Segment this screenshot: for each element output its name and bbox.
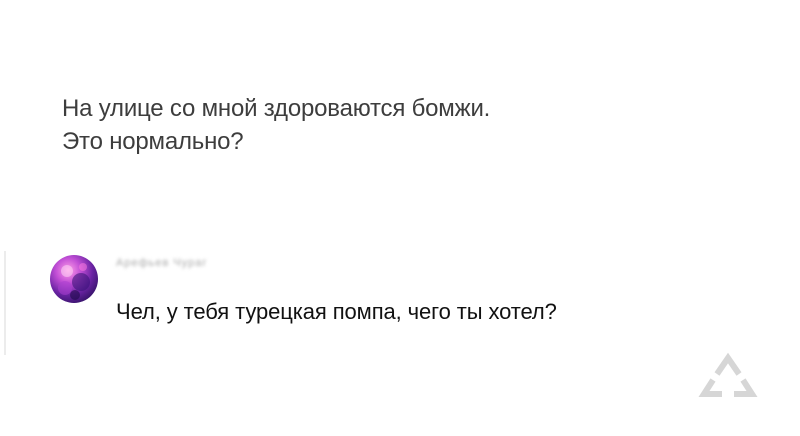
triangle-logo-icon — [696, 350, 760, 404]
comment-text: Чел, у тебя турецкая помпа, чего ты хоте… — [116, 299, 557, 324]
avatar-image — [58, 263, 90, 300]
post-text-line-2: Это нормально? — [62, 128, 244, 155]
comment-username[interactable]: Арефьев Чураг — [116, 257, 207, 269]
post-text-line-1: На улице со мной здороваются бомжи. — [62, 95, 491, 122]
avatar[interactable] — [50, 255, 98, 303]
comment: Арефьев Чураг Чел, у тебя турецкая помпа… — [0, 245, 800, 357]
comment-thread-line — [4, 251, 6, 355]
post-question: На улице со мной здороваются бомжи. Это … — [62, 92, 702, 158]
